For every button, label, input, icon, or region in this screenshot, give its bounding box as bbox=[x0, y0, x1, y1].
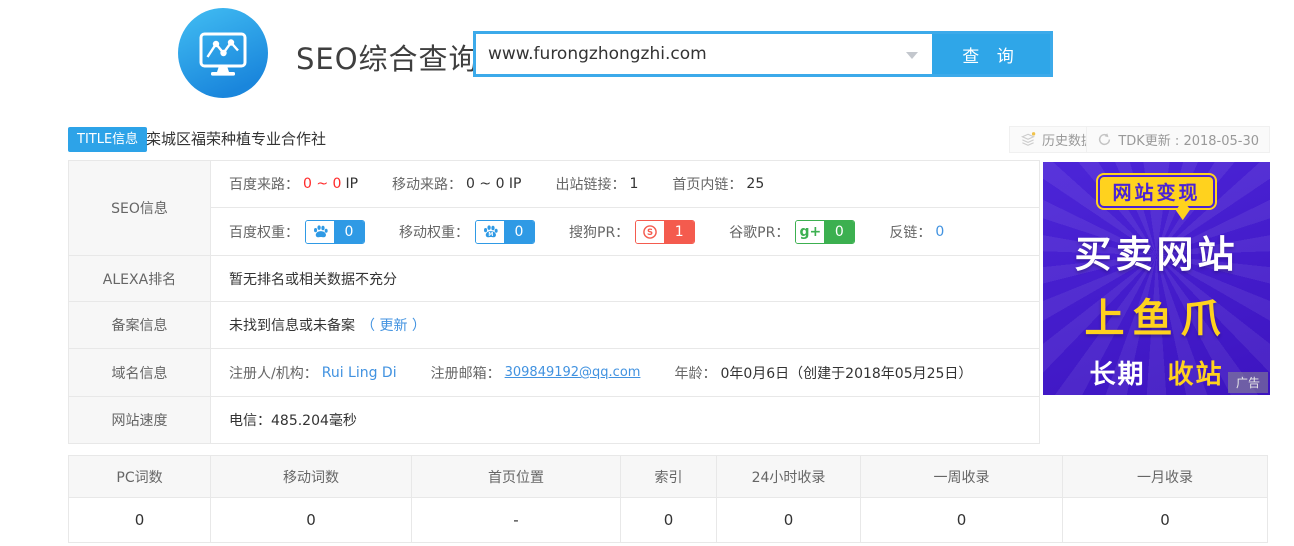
value-mobile-words: 0 bbox=[211, 498, 412, 542]
google-plus-icon: g+ bbox=[796, 221, 824, 243]
svg-text:M: M bbox=[488, 232, 493, 238]
url-search-input[interactable] bbox=[476, 34, 932, 74]
tdk-update-label: TDK更新 : 2018-05-30 bbox=[1118, 130, 1259, 149]
ad-subheadline: 上鱼爪 bbox=[1043, 286, 1270, 344]
domain-age-stat: 年龄： 0年0月6日（创建于2018年05月25日） bbox=[674, 363, 972, 383]
sogou-pr-badge[interactable]: S 1 bbox=[635, 220, 695, 244]
table-row-seo: SEO信息 百度来路： 0 ~ 0 IP 移动来路： 0 ~ 0 IP 出站链接… bbox=[69, 161, 1039, 256]
ad-headline: 买卖网站 bbox=[1043, 224, 1270, 278]
ad-label-tag: 广告 bbox=[1228, 372, 1268, 393]
title-info-badge: TITLE信息 bbox=[68, 127, 147, 152]
ad-banner[interactable]: 网站变现 买卖网站 上鱼爪 长期收站 广告 bbox=[1043, 162, 1270, 395]
table-row-alexa: ALEXA排名 暂无排名或相关数据不充分 bbox=[69, 256, 1039, 302]
refresh-icon bbox=[1097, 132, 1112, 147]
col-header-mobile-words: 移动词数 bbox=[211, 456, 412, 498]
speed-value: 电信：485.204毫秒 bbox=[229, 410, 357, 430]
value-month: 0 bbox=[1063, 498, 1267, 542]
col-header-week: 一周收录 bbox=[861, 456, 1063, 498]
row-label-speed: 网站速度 bbox=[69, 397, 211, 443]
google-pr-badge[interactable]: g+ 0 bbox=[795, 220, 855, 244]
ad-bubble-text: 网站变现 bbox=[1098, 175, 1214, 208]
layers-icon bbox=[1020, 131, 1036, 148]
col-header-pc-words: PC词数 bbox=[69, 456, 211, 498]
value-24h: 0 bbox=[717, 498, 861, 542]
outbound-links-stat: 出站链接： 1 bbox=[556, 174, 639, 194]
site-title: 栾城区福荣种植专业合作社 bbox=[146, 127, 326, 152]
row-label-alexa: ALEXA排名 bbox=[69, 256, 211, 301]
mobile-weight-stat: 移动权重： M 0 bbox=[399, 220, 535, 244]
icp-update-link[interactable]: （ 更新 ） bbox=[361, 315, 426, 335]
col-header-24h: 24小时收录 bbox=[717, 456, 861, 498]
page-title: SEO综合查询 bbox=[296, 36, 479, 78]
seo-info-table: SEO信息 百度来路： 0 ~ 0 IP 移动来路： 0 ~ 0 IP 出站链接… bbox=[68, 160, 1040, 444]
tdk-update-button[interactable]: TDK更新 : 2018-05-30 bbox=[1086, 126, 1270, 153]
search-bar: 查 询 bbox=[473, 31, 1053, 77]
baidu-weight-stat: 百度权重： 0 bbox=[229, 220, 365, 244]
col-header-month: 一月收录 bbox=[1063, 456, 1267, 498]
value-week: 0 bbox=[861, 498, 1063, 542]
index-stats-table: PC词数 移动词数 首页位置 索引 24小时收录 一周收录 一月收录 0 0 -… bbox=[68, 455, 1268, 543]
google-pr-stat: 谷歌PR： g+ 0 bbox=[729, 220, 855, 244]
query-button[interactable]: 查 询 bbox=[932, 34, 1050, 74]
value-pc-words: 0 bbox=[69, 498, 211, 542]
baidu-weight-badge[interactable]: 0 bbox=[305, 220, 365, 244]
sogou-s-icon: S bbox=[636, 221, 664, 243]
registrant-stat: 注册人/机构： Rui Ling Di bbox=[229, 363, 397, 383]
stats-value-row: 0 0 - 0 0 0 0 bbox=[69, 498, 1267, 542]
row-label-icp: 备案信息 bbox=[69, 302, 211, 348]
icp-value: 未找到信息或未备案 bbox=[229, 315, 355, 335]
seo-weight-row: 百度权重： 0 bbox=[211, 208, 1039, 255]
seo-traffic-row: 百度来路： 0 ~ 0 IP 移动来路： 0 ~ 0 IP 出站链接： 1 首页… bbox=[211, 161, 1039, 208]
reg-email-link[interactable]: 309849192@qq.com bbox=[505, 365, 641, 380]
baidu-traffic-stat: 百度来路： 0 ~ 0 IP bbox=[229, 174, 358, 194]
value-home-position: - bbox=[412, 498, 621, 542]
mobile-traffic-stat: 移动来路： 0 ~ 0 IP bbox=[392, 174, 521, 194]
col-header-home-position: 首页位置 bbox=[412, 456, 621, 498]
value-index: 0 bbox=[621, 498, 717, 542]
monitor-line-chart-icon bbox=[178, 83, 268, 102]
alexa-value: 暂无排名或相关数据不充分 bbox=[229, 269, 397, 289]
table-row-icp: 备案信息 未找到信息或未备案 （ 更新 ） bbox=[69, 302, 1039, 349]
baidu-paw-m-icon: M bbox=[476, 221, 504, 243]
row-label-seo: SEO信息 bbox=[69, 161, 211, 255]
table-row-domain: 域名信息 注册人/机构： Rui Ling Di 注册邮箱： 309849192… bbox=[69, 349, 1039, 397]
reg-email-stat: 注册邮箱： 309849192@qq.com bbox=[431, 363, 641, 383]
stats-header-row: PC词数 移动词数 首页位置 索引 24小时收录 一周收录 一月收录 bbox=[69, 456, 1267, 498]
mobile-weight-badge[interactable]: M 0 bbox=[475, 220, 535, 244]
homepage-inlinks-stat: 首页内链： 25 bbox=[672, 174, 764, 194]
row-label-domain: 域名信息 bbox=[69, 349, 211, 396]
svg-text:S: S bbox=[647, 227, 653, 237]
domain-age-value: 0年0月6日（创建于2018年05月25日） bbox=[720, 363, 972, 383]
baidu-paw-icon bbox=[306, 221, 334, 243]
col-header-index: 索引 bbox=[621, 456, 717, 498]
app-logo bbox=[178, 8, 268, 98]
chevron-down-icon[interactable] bbox=[906, 52, 918, 59]
sogou-pr-stat: 搜狗PR： S 1 bbox=[569, 220, 695, 244]
registrant-name: Rui Ling Di bbox=[322, 365, 397, 381]
table-row-speed: 网站速度 电信：485.204毫秒 bbox=[69, 397, 1039, 443]
backlinks-stat: 反链： 0 bbox=[889, 222, 944, 242]
